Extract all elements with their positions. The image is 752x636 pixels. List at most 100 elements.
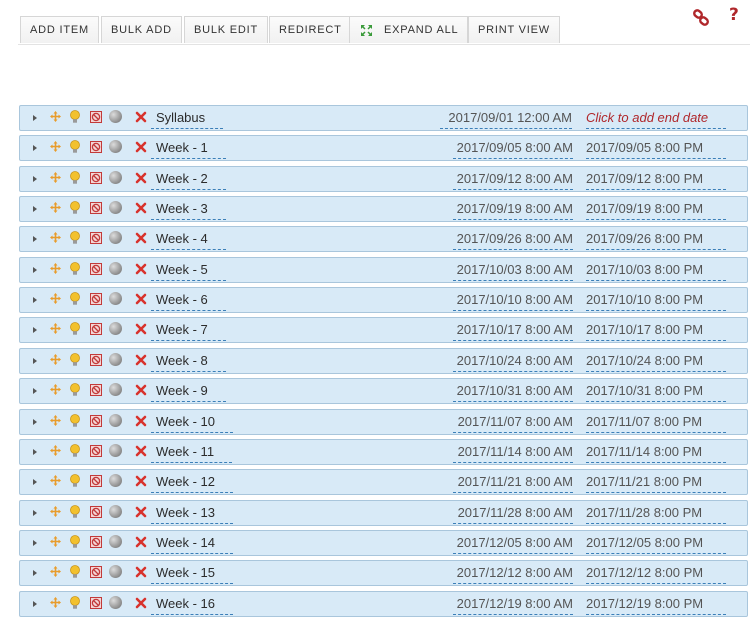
hide-icon[interactable] — [90, 141, 102, 153]
lightbulb-icon[interactable] — [70, 596, 80, 610]
lightbulb-icon[interactable] — [70, 262, 80, 276]
expand-caret-icon[interactable] — [33, 419, 37, 425]
print-view-button[interactable]: PRINT VIEW — [468, 16, 560, 43]
lightbulb-icon[interactable] — [70, 414, 80, 428]
delete-icon[interactable] — [135, 354, 147, 366]
item-title[interactable]: Syllabus — [151, 110, 224, 129]
status-dot-icon[interactable] — [109, 444, 122, 457]
move-icon[interactable] — [50, 263, 61, 274]
list-item[interactable]: Week - 7 2017/10/17 8:00 AM 2017/10/17 8… — [19, 317, 748, 343]
delete-icon[interactable] — [135, 202, 147, 214]
item-title[interactable]: Week - 13 — [151, 505, 234, 524]
lightbulb-icon[interactable] — [70, 171, 80, 185]
item-title[interactable]: Week - 15 — [151, 565, 234, 584]
expand-caret-icon[interactable] — [33, 479, 37, 485]
delete-icon[interactable] — [135, 323, 147, 335]
help-icon[interactable]: ? — [729, 5, 739, 25]
item-title[interactable]: Week - 3 — [151, 201, 226, 220]
item-title[interactable]: Week - 11 — [151, 444, 233, 463]
end-date[interactable]: 2017/12/05 8:00 PM — [586, 535, 726, 554]
move-icon[interactable] — [50, 202, 61, 213]
lightbulb-icon[interactable] — [70, 231, 80, 245]
end-date[interactable]: 2017/10/17 8:00 PM — [586, 322, 726, 341]
end-date[interactable]: 2017/10/10 8:00 PM — [586, 292, 726, 311]
move-icon[interactable] — [50, 323, 61, 334]
delete-icon[interactable] — [135, 597, 147, 609]
hide-icon[interactable] — [90, 232, 102, 244]
delete-icon[interactable] — [135, 141, 147, 153]
item-title[interactable]: Week - 1 — [151, 140, 226, 159]
delete-icon[interactable] — [135, 172, 147, 184]
status-dot-icon[interactable] — [109, 322, 122, 335]
status-dot-icon[interactable] — [109, 262, 122, 275]
expand-caret-icon[interactable] — [33, 388, 37, 394]
expand-caret-icon[interactable] — [33, 176, 37, 182]
start-date[interactable]: 2017/10/10 8:00 AM — [453, 292, 573, 311]
list-item[interactable]: Week - 16 2017/12/19 8:00 AM 2017/12/19 … — [19, 591, 748, 617]
status-dot-icon[interactable] — [109, 201, 122, 214]
move-icon[interactable] — [50, 141, 61, 152]
expand-caret-icon[interactable] — [33, 540, 37, 546]
hide-icon[interactable] — [90, 202, 102, 214]
delete-icon[interactable] — [135, 232, 147, 244]
end-date[interactable]: 2017/11/28 8:00 PM — [586, 505, 726, 524]
hide-icon[interactable] — [90, 475, 102, 487]
move-icon[interactable] — [50, 415, 61, 426]
move-icon[interactable] — [50, 232, 61, 243]
move-icon[interactable] — [50, 475, 61, 486]
delete-icon[interactable] — [135, 111, 147, 123]
item-title[interactable]: Week - 7 — [151, 322, 226, 341]
add-item-button[interactable]: ADD ITEM — [20, 16, 99, 43]
hide-icon[interactable] — [90, 263, 102, 275]
item-title[interactable]: Week - 4 — [151, 231, 226, 250]
expand-caret-icon[interactable] — [33, 115, 37, 121]
hide-icon[interactable] — [90, 597, 102, 609]
start-date[interactable]: 2017/09/12 8:00 AM — [453, 171, 573, 190]
start-date[interactable]: 2017/10/31 8:00 AM — [453, 383, 573, 402]
start-date[interactable]: 2017/12/19 8:00 AM — [453, 596, 573, 615]
hide-icon[interactable] — [90, 384, 102, 396]
lightbulb-icon[interactable] — [70, 383, 80, 397]
item-title[interactable]: Week - 14 — [151, 535, 234, 554]
status-dot-icon[interactable] — [109, 505, 122, 518]
list-item[interactable]: Week - 2 2017/09/12 8:00 AM 2017/09/12 8… — [19, 166, 748, 192]
start-date[interactable]: 2017/12/05 8:00 AM — [453, 535, 573, 554]
start-date[interactable]: 2017/11/07 8:00 AM — [453, 414, 573, 433]
item-title[interactable]: Week - 2 — [151, 171, 226, 190]
list-item[interactable]: Week - 15 2017/12/12 8:00 AM 2017/12/12 … — [19, 560, 748, 586]
item-title[interactable]: Week - 9 — [151, 383, 226, 402]
delete-icon[interactable] — [135, 445, 147, 457]
hide-icon[interactable] — [90, 536, 102, 548]
move-icon[interactable] — [50, 445, 61, 456]
status-dot-icon[interactable] — [109, 353, 122, 366]
end-date[interactable]: 2017/10/24 8:00 PM — [586, 353, 726, 372]
end-date[interactable]: 2017/09/05 8:00 PM — [586, 140, 726, 159]
expand-caret-icon[interactable] — [33, 206, 37, 212]
expand-caret-icon[interactable] — [33, 449, 37, 455]
hide-icon[interactable] — [90, 415, 102, 427]
expand-caret-icon[interactable] — [33, 601, 37, 607]
end-date[interactable]: 2017/11/21 8:00 PM — [586, 474, 726, 493]
item-title[interactable]: Week - 12 — [151, 474, 234, 493]
list-item[interactable]: Week - 4 2017/09/26 8:00 AM 2017/09/26 8… — [19, 226, 748, 252]
list-item[interactable]: Week - 11 2017/11/14 8:00 AM 2017/11/14 … — [19, 439, 748, 465]
item-title[interactable]: Week - 8 — [151, 353, 226, 372]
list-item[interactable]: Week - 13 2017/11/28 8:00 AM 2017/11/28 … — [19, 500, 748, 526]
bulk-add-button[interactable]: BULK ADD — [101, 16, 182, 43]
lightbulb-icon[interactable] — [70, 505, 80, 519]
expand-caret-icon[interactable] — [33, 327, 37, 333]
delete-icon[interactable] — [135, 536, 147, 548]
start-date[interactable]: 2017/12/12 8:00 AM — [453, 565, 573, 584]
start-date[interactable]: 2017/09/01 12:00 AM — [440, 110, 572, 129]
end-date[interactable]: 2017/11/07 8:00 PM — [586, 414, 726, 433]
hide-icon[interactable] — [90, 323, 102, 335]
expand-caret-icon[interactable] — [33, 297, 37, 303]
list-item[interactable]: Week - 6 2017/10/10 8:00 AM 2017/10/10 8… — [19, 287, 748, 313]
list-item[interactable]: Week - 1 2017/09/05 8:00 AM 2017/09/05 8… — [19, 135, 748, 161]
item-title[interactable]: Week - 6 — [151, 292, 226, 311]
move-icon[interactable] — [50, 354, 61, 365]
move-icon[interactable] — [50, 384, 61, 395]
delete-icon[interactable] — [135, 475, 147, 487]
delete-icon[interactable] — [135, 293, 147, 305]
status-dot-icon[interactable] — [109, 596, 122, 609]
